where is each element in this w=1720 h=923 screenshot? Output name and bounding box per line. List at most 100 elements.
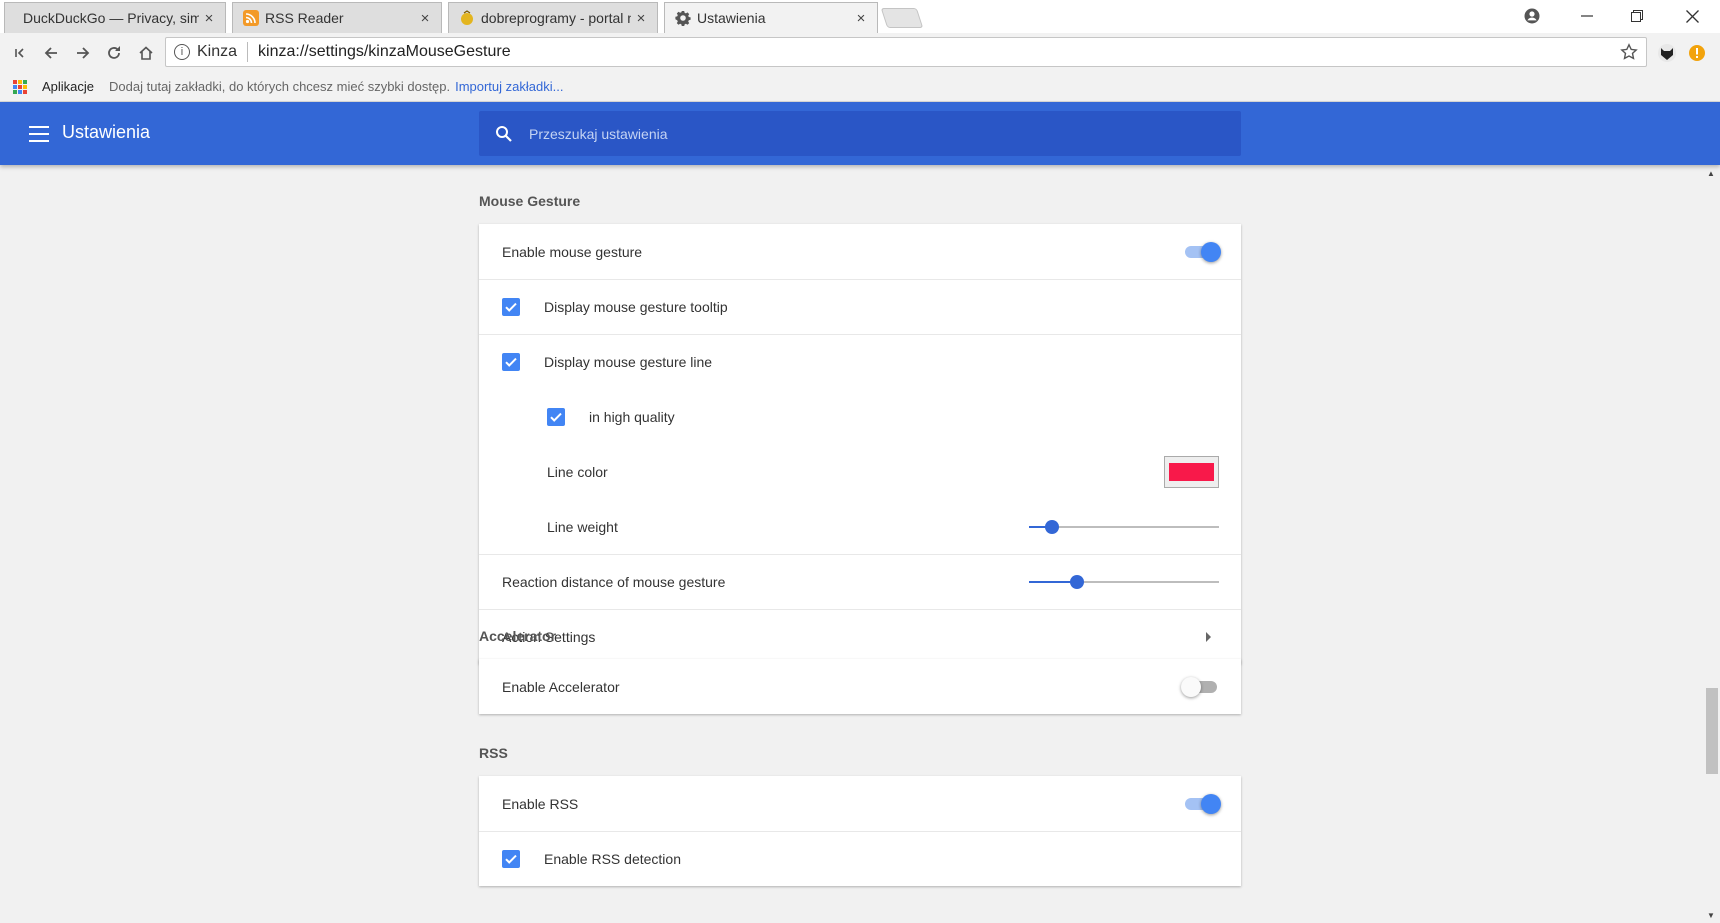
line-weight-row: Line weight bbox=[479, 499, 1241, 554]
slider-thumb[interactable] bbox=[1069, 575, 1084, 589]
notification-button[interactable] bbox=[1684, 40, 1710, 66]
minimize-icon bbox=[1581, 15, 1593, 17]
arrow-right-icon bbox=[77, 47, 90, 59]
rss-card: Enable RSS Enable RSS detection bbox=[479, 776, 1241, 886]
bookmark-star-icon[interactable] bbox=[1620, 43, 1638, 61]
enable-rss-row[interactable]: Enable RSS bbox=[479, 776, 1241, 831]
section-title-accelerator: Accelerator bbox=[479, 628, 557, 644]
first-page-button[interactable] bbox=[7, 40, 33, 66]
search-input[interactable] bbox=[527, 124, 1167, 143]
restore-button[interactable] bbox=[1612, 0, 1662, 32]
checkmark-icon bbox=[505, 302, 517, 312]
tooltip-row[interactable]: Display mouse gesture tooltip bbox=[479, 279, 1241, 334]
apps-grid-icon[interactable] bbox=[13, 79, 27, 94]
close-icon[interactable]: × bbox=[415, 10, 435, 27]
setting-label: Display mouse gesture tooltip bbox=[544, 299, 728, 315]
tab-rss-reader[interactable]: RSS Reader × bbox=[232, 2, 442, 33]
close-icon[interactable]: × bbox=[631, 10, 651, 27]
mouse-gesture-card: Enable mouse gesture Display mouse gestu… bbox=[479, 224, 1241, 664]
mouse-gesture-toggle[interactable] bbox=[1183, 241, 1221, 263]
accelerator-card: Enable Accelerator bbox=[479, 659, 1241, 714]
gesture-line-row[interactable]: Display mouse gesture line bbox=[479, 334, 1241, 389]
home-button[interactable] bbox=[133, 40, 159, 66]
restore-icon bbox=[1631, 10, 1643, 22]
profile-button[interactable] bbox=[1507, 0, 1557, 32]
site-label: Kinza bbox=[197, 43, 238, 60]
scroll-down-arrow-icon[interactable]: ▼ bbox=[1702, 907, 1720, 923]
url-text[interactable]: kinza://settings/kinzaMouseGesture bbox=[258, 43, 1620, 61]
back-button[interactable] bbox=[38, 40, 64, 66]
gesture-line-checkbox[interactable] bbox=[502, 353, 520, 371]
line-color-picker[interactable] bbox=[1164, 455, 1219, 488]
reload-icon bbox=[108, 46, 120, 59]
tab-ustawienia[interactable]: Ustawienia × bbox=[664, 2, 878, 33]
section-title-rss: RSS bbox=[479, 745, 508, 761]
accelerator-toggle[interactable] bbox=[1181, 676, 1219, 698]
scrollbar-thumb[interactable] bbox=[1706, 688, 1718, 774]
setting-label: in high quality bbox=[589, 408, 675, 425]
page-title: Ustawienia bbox=[62, 122, 151, 142]
rss-detection-row[interactable]: Enable RSS detection bbox=[479, 831, 1241, 886]
profile-icon bbox=[1524, 8, 1540, 24]
tab-title: RSS Reader bbox=[265, 10, 344, 26]
address-bar[interactable]: i Kinza kinza://settings/kinzaMouseGestu… bbox=[165, 37, 1647, 67]
settings-content: Mouse Gesture Enable mouse gesture Displ… bbox=[0, 165, 1702, 923]
dobreprogramy-icon bbox=[461, 10, 473, 25]
close-icon bbox=[1685, 9, 1699, 23]
color-swatch bbox=[1169, 462, 1214, 481]
import-bookmarks-link[interactable]: Importuj zakładki... bbox=[455, 79, 563, 94]
close-window-button[interactable] bbox=[1667, 0, 1717, 32]
menu-icon[interactable] bbox=[29, 126, 49, 142]
close-icon[interactable]: × bbox=[199, 10, 219, 27]
omnibox-divider bbox=[247, 42, 249, 62]
reaction-distance-slider[interactable] bbox=[1029, 572, 1219, 592]
tab-title: DuckDuckGo — Privacy, simp bbox=[23, 10, 199, 26]
enable-accelerator-row[interactable]: Enable Accelerator bbox=[479, 659, 1241, 714]
search-icon bbox=[496, 125, 512, 142]
settings-header: Ustawienia bbox=[0, 102, 1720, 165]
rss-icon bbox=[243, 10, 259, 26]
setting-label: Enable RSS bbox=[502, 795, 579, 812]
close-icon[interactable]: × bbox=[851, 10, 871, 27]
home-icon bbox=[139, 46, 153, 60]
settings-search[interactable] bbox=[479, 111, 1241, 156]
high-quality-row[interactable]: in high quality bbox=[479, 389, 1241, 444]
reload-button[interactable] bbox=[101, 40, 127, 66]
line-color-row: Line color bbox=[479, 444, 1241, 499]
apps-link[interactable]: Aplikacje bbox=[42, 79, 94, 94]
setting-label: Line weight bbox=[547, 518, 618, 535]
arrow-left-icon bbox=[44, 47, 57, 59]
checkmark-icon bbox=[505, 357, 517, 367]
tab-dobreprogramy[interactable]: dobreprogramy - portal n × bbox=[448, 2, 658, 33]
checkmark-icon bbox=[505, 854, 517, 864]
browser-toolbar: i Kinza kinza://settings/kinzaMouseGestu… bbox=[0, 33, 1720, 72]
setting-label: Enable Accelerator bbox=[502, 678, 620, 695]
setting-label: Action Settings bbox=[502, 629, 596, 645]
chevron-right-icon bbox=[1206, 632, 1211, 642]
tab-title: dobreprogramy - portal n bbox=[481, 10, 631, 26]
tab-title: Ustawienia bbox=[697, 10, 766, 26]
setting-label: Line color bbox=[547, 463, 608, 480]
enable-mouse-gesture-row[interactable]: Enable mouse gesture bbox=[479, 224, 1241, 279]
reaction-distance-row: Reaction distance of mouse gesture bbox=[479, 554, 1241, 609]
scroll-up-arrow-icon[interactable]: ▲ bbox=[1702, 165, 1720, 181]
skip-back-icon bbox=[15, 48, 24, 58]
new-tab-button[interactable] bbox=[880, 8, 924, 28]
rss-detection-checkbox[interactable] bbox=[502, 850, 520, 868]
forward-button[interactable] bbox=[70, 40, 96, 66]
slider-thumb[interactable] bbox=[1044, 519, 1059, 534]
extension-button[interactable] bbox=[1654, 40, 1680, 66]
info-icon[interactable]: i bbox=[174, 44, 190, 60]
section-title-mouse-gesture: Mouse Gesture bbox=[479, 193, 581, 209]
minimize-button[interactable] bbox=[1562, 0, 1612, 32]
rss-toggle[interactable] bbox=[1183, 793, 1221, 815]
high-quality-checkbox[interactable] bbox=[547, 407, 565, 426]
page-scrollbar[interactable]: ▲ ▼ bbox=[1702, 165, 1720, 923]
tooltip-checkbox[interactable] bbox=[502, 298, 520, 316]
action-settings-row[interactable]: Action Settings bbox=[479, 609, 1241, 664]
line-weight-slider[interactable] bbox=[1029, 517, 1219, 537]
checkmark-icon bbox=[550, 412, 562, 422]
gear-icon bbox=[675, 11, 691, 26]
fox-extension-icon bbox=[1658, 44, 1676, 62]
tab-duckduckgo[interactable]: DuckDuckGo — Privacy, simp × bbox=[4, 2, 226, 33]
